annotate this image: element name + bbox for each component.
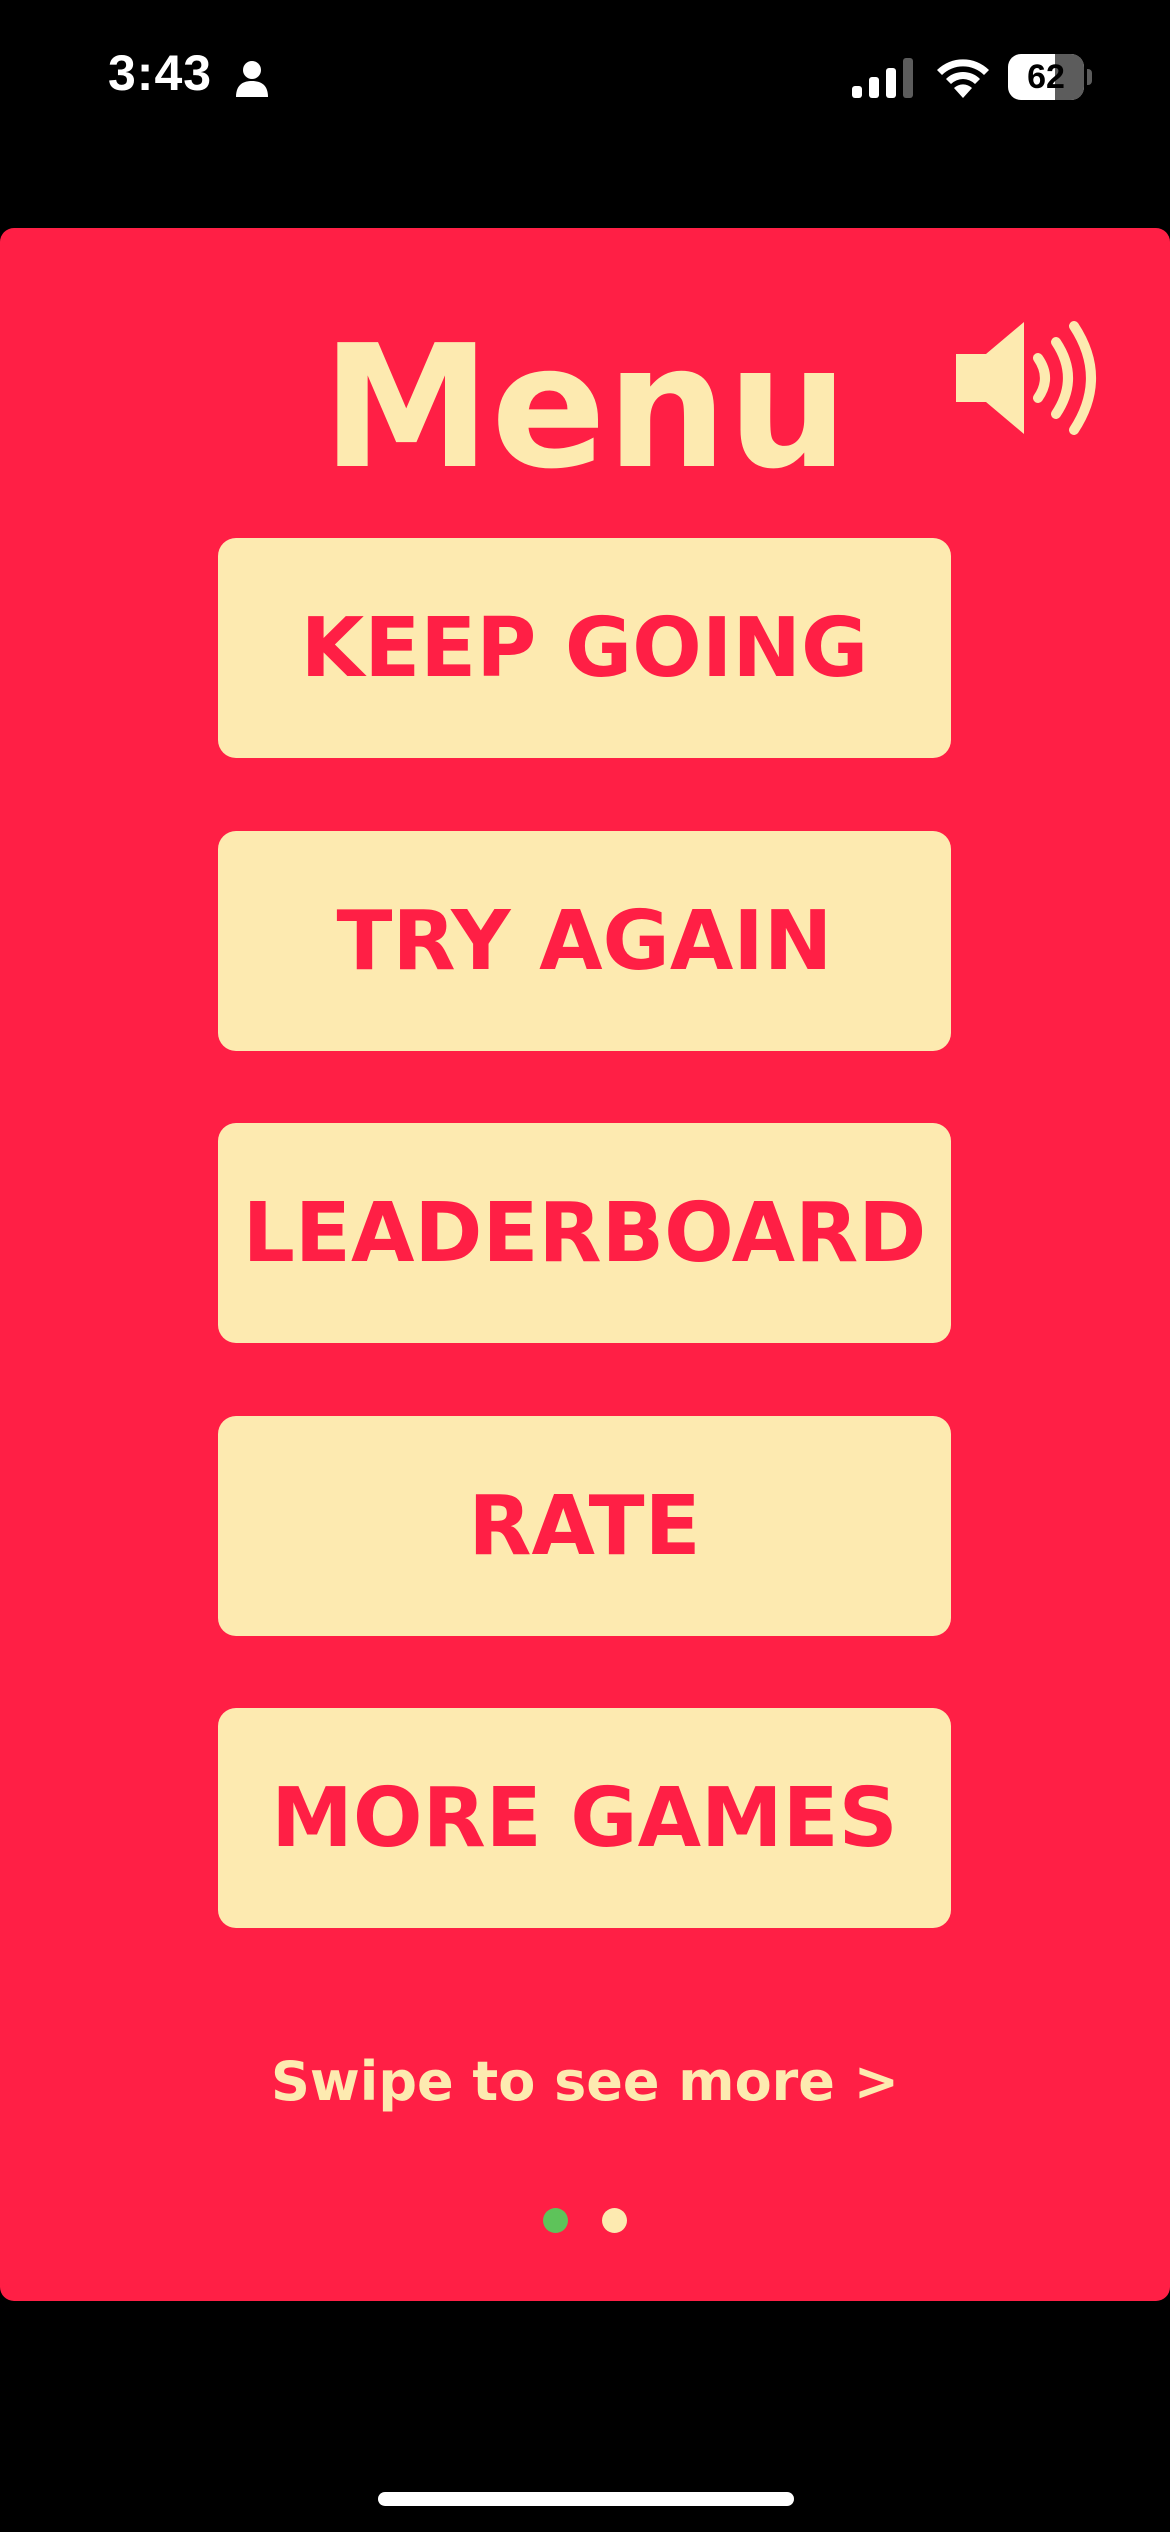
battery-indicator: 62 bbox=[1008, 54, 1092, 100]
home-indicator[interactable] bbox=[378, 2492, 794, 2506]
more-games-button[interactable]: MORE GAMES bbox=[218, 1708, 951, 1928]
swipe-hint: Swipe to see more > bbox=[271, 2050, 899, 2113]
person-icon bbox=[236, 61, 268, 97]
speaker-volume-icon[interactable] bbox=[952, 318, 1098, 438]
more-games-label: MORE GAMES bbox=[271, 1770, 898, 1866]
keep-going-button[interactable]: KEEP GOING bbox=[218, 538, 951, 758]
leaderboard-button[interactable]: LEADERBOARD bbox=[218, 1123, 951, 1343]
page-dot-2[interactable] bbox=[602, 2208, 627, 2233]
rate-button[interactable]: RATE bbox=[218, 1416, 951, 1636]
page-dot-1[interactable] bbox=[543, 2208, 568, 2233]
keep-going-label: KEEP GOING bbox=[300, 600, 869, 696]
rate-label: RATE bbox=[468, 1478, 701, 1574]
cellular-signal-icon bbox=[852, 58, 913, 98]
battery-level: 62 bbox=[1027, 58, 1065, 96]
leaderboard-label: LEADERBOARD bbox=[242, 1185, 927, 1281]
battery-body: 62 bbox=[1008, 54, 1084, 100]
phone-screen: 3:43 62 Menu KEEP GOING TRY AGAIN LEADER… bbox=[0, 0, 1170, 2532]
battery-tip bbox=[1087, 69, 1092, 85]
menu-panel: Menu KEEP GOING TRY AGAIN LEADERBOARD RA… bbox=[0, 228, 1170, 2301]
try-again-button[interactable]: TRY AGAIN bbox=[218, 831, 951, 1051]
status-bar: 3:43 62 bbox=[0, 0, 1170, 160]
try-again-label: TRY AGAIN bbox=[336, 893, 833, 989]
wifi-icon bbox=[937, 59, 989, 98]
status-time: 3:43 bbox=[108, 45, 213, 101]
